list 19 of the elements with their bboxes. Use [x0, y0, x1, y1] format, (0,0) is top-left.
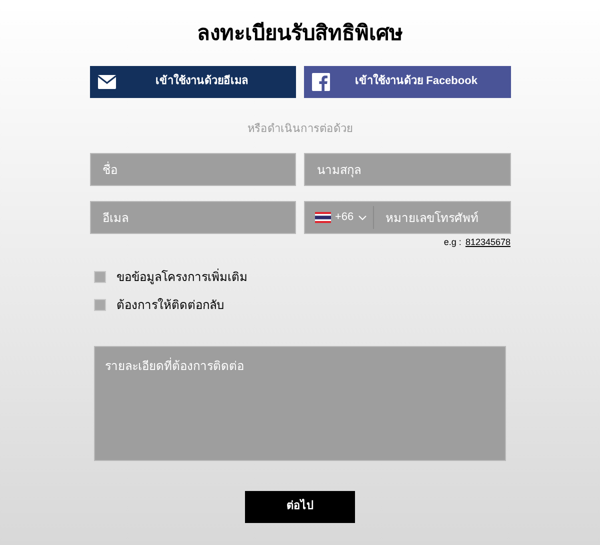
- page-title: ลงทะเบียนรับสิทธิพิเศษ: [197, 20, 403, 47]
- email-login-button[interactable]: เข้าใช้งานด้วยอีเมล: [90, 66, 296, 98]
- hint-example: 812345678: [465, 236, 510, 249]
- next-button[interactable]: ต่อไป: [245, 490, 355, 522]
- mail-icon: [98, 74, 116, 88]
- checkbox-label: ขอข้อมูลโครงการเพิ่มเติม: [116, 268, 248, 286]
- divider-text: หรือดำเนินการต่อด้วย: [248, 122, 352, 136]
- checkbox[interactable]: [94, 270, 106, 282]
- hint-label: e.g :: [444, 236, 462, 249]
- checkbox-label: ต้องการให้ติดต่อกลับ: [116, 296, 224, 314]
- message-field[interactable]: รายละเอียดที่ต้องการติดต่อ: [94, 346, 506, 460]
- facebook-login-button[interactable]: เข้าใช้งานด้วย Facebook: [304, 66, 510, 98]
- facebook-icon: [312, 72, 330, 90]
- checkbox[interactable]: [94, 298, 106, 310]
- name-field[interactable]: นามสกุล: [304, 153, 510, 186]
- email-field[interactable]: อีเมล: [90, 201, 296, 234]
- chevron-down-icon: [358, 214, 367, 220]
- flag-icon: [315, 212, 331, 223]
- name-field[interactable]: ชื่อ: [90, 153, 296, 186]
